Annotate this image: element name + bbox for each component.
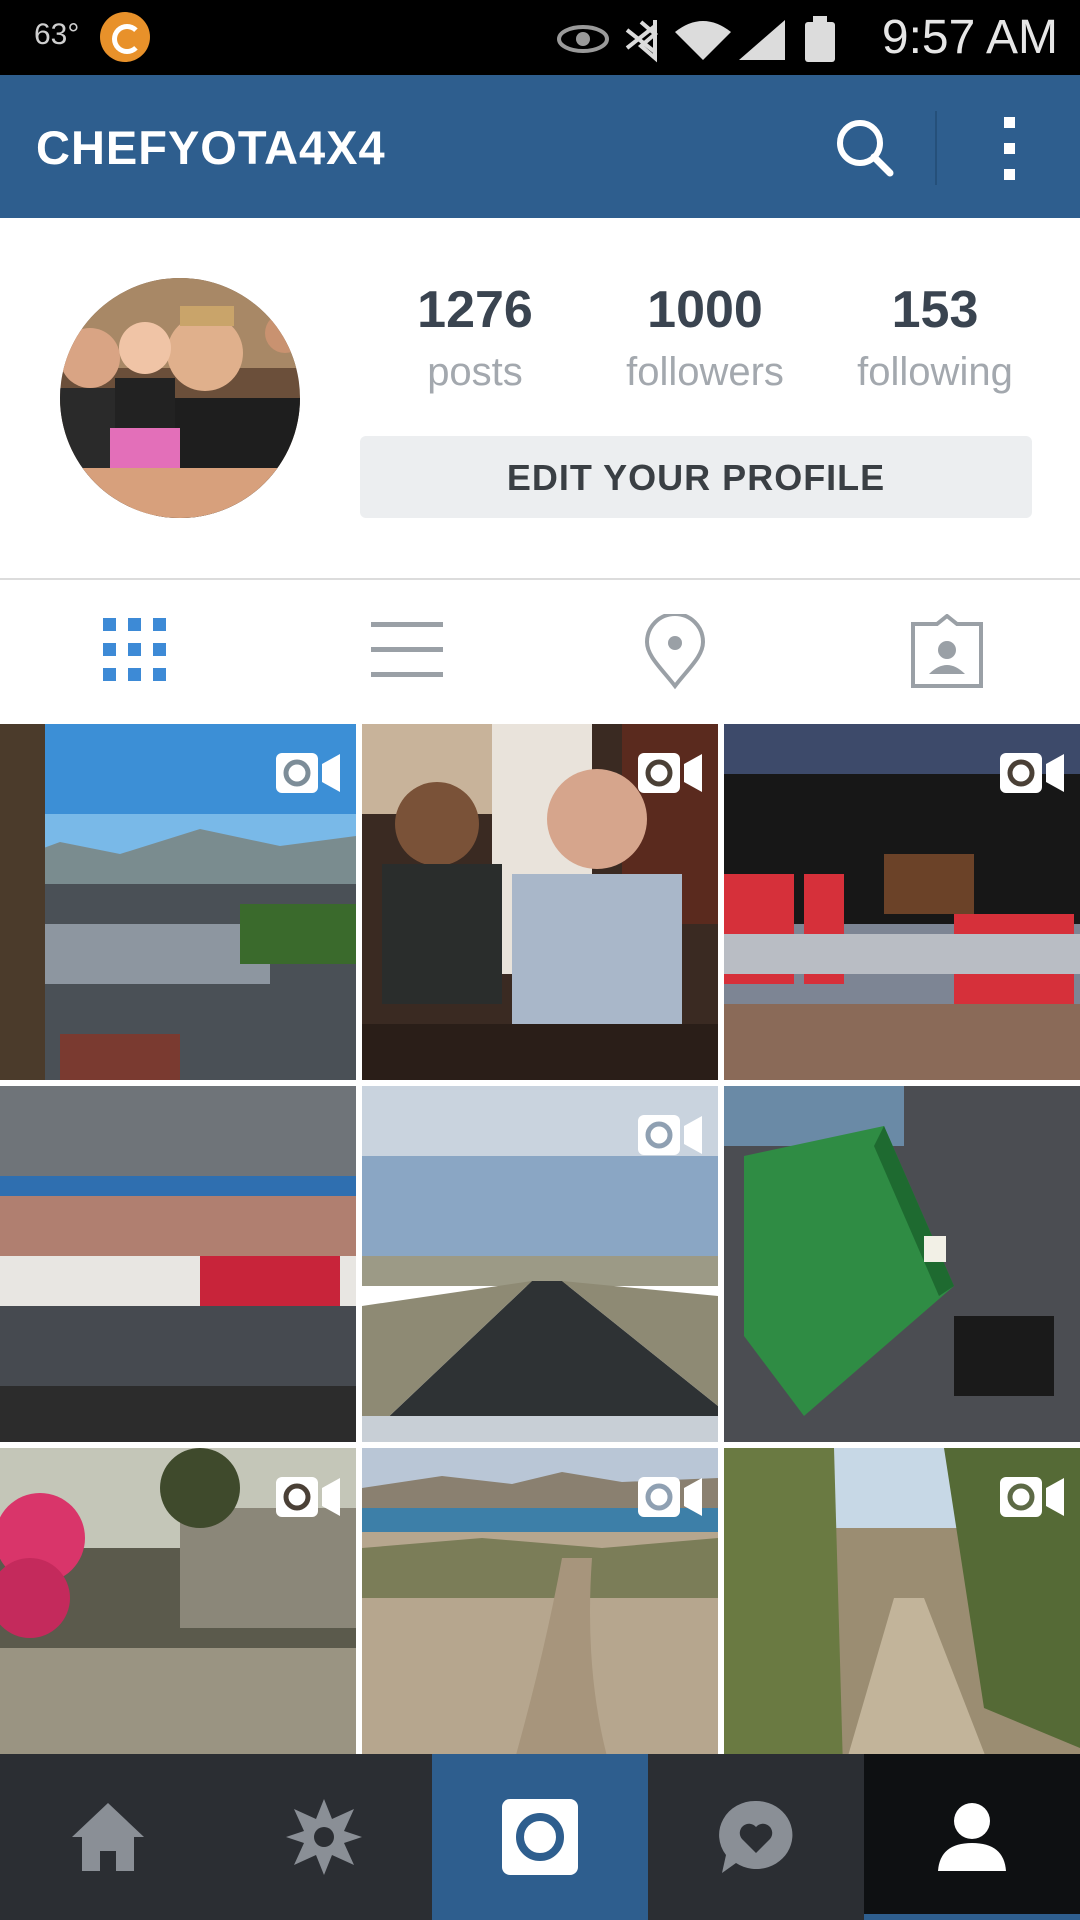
list-icon [371, 622, 443, 677]
explore-star-icon [286, 1799, 362, 1875]
grid-post[interactable] [724, 1086, 1080, 1442]
video-icon [638, 1477, 702, 1517]
followers-label: followers [626, 350, 784, 394]
followers-count: 1000 [647, 281, 763, 339]
profile-icon [938, 1803, 1006, 1871]
profile-view-tabs [0, 580, 1080, 724]
following-label: following [857, 350, 1013, 394]
tab-photos-of-you[interactable] [810, 580, 1080, 724]
location-pin-icon [644, 614, 706, 690]
grid-post[interactable] [0, 1086, 356, 1442]
tab-places[interactable] [540, 580, 810, 724]
bottom-nav [0, 1754, 1080, 1920]
system-status-icons [557, 16, 835, 63]
video-icon [1000, 1477, 1064, 1517]
home-icon [72, 1803, 144, 1871]
nav-explore[interactable] [216, 1754, 432, 1920]
video-icon [276, 1477, 340, 1517]
temperature-text: 63° [34, 18, 80, 51]
grid-post[interactable] [724, 724, 1080, 1080]
grid-post[interactable] [362, 1448, 718, 1754]
grid-post[interactable] [362, 1086, 718, 1442]
wifi-icon [675, 21, 731, 60]
edit-profile-button[interactable]: EDIT YOUR PROFILE [360, 436, 1032, 518]
eye-icon [557, 25, 609, 53]
battery-icon [805, 16, 835, 62]
app-notification-icon [100, 12, 150, 62]
followers-stat[interactable]: 1000 followers [590, 280, 820, 395]
following-stat[interactable]: 153 following [820, 280, 1050, 395]
app-bar: CHEFYOTA4X4 [0, 75, 1080, 218]
photo-grid [0, 724, 1080, 1754]
clock-text: 9:57 AM [881, 11, 1058, 64]
video-icon [638, 1115, 702, 1155]
following-count: 153 [891, 281, 979, 339]
tagged-person-icon [911, 614, 983, 688]
profile-username: CHEFYOTA4X4 [36, 121, 386, 174]
grid-post[interactable] [0, 724, 356, 1080]
active-indicator [864, 1914, 1080, 1920]
posts-stat[interactable]: 1276 posts [360, 280, 590, 395]
grid-post[interactable] [362, 724, 718, 1080]
status-bar: 63° 9:57 AM [0, 0, 1080, 75]
nav-profile[interactable] [864, 1754, 1080, 1920]
app-bar-divider [935, 111, 937, 185]
nav-camera[interactable] [432, 1754, 648, 1920]
avatar[interactable] [60, 278, 300, 518]
posts-count: 1276 [417, 281, 533, 339]
tab-list-view[interactable] [270, 580, 540, 724]
video-icon [276, 753, 340, 793]
tab-grid-view[interactable] [0, 580, 270, 724]
heart-bubble-icon [719, 1800, 793, 1873]
nav-activity[interactable] [648, 1754, 864, 1920]
video-icon [1000, 753, 1064, 793]
grid-post[interactable] [0, 1448, 356, 1754]
profile-header: 1276 posts 1000 followers 153 following … [0, 218, 1080, 578]
video-icon [638, 753, 702, 793]
posts-label: posts [427, 350, 523, 394]
signal-icon [739, 20, 785, 60]
nav-home[interactable] [0, 1754, 216, 1920]
bluetooth-icon [625, 20, 659, 63]
camera-icon [502, 1799, 578, 1875]
search-icon[interactable] [830, 113, 900, 183]
more-vert-icon[interactable] [985, 113, 1035, 183]
grid-post[interactable] [724, 1448, 1080, 1754]
grid-icon [103, 618, 166, 681]
